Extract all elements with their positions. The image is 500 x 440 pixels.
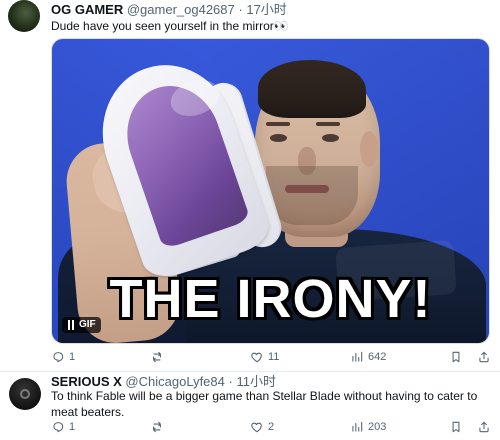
display-name[interactable]: SERIOUS X bbox=[51, 374, 122, 389]
retweet-button[interactable] bbox=[150, 349, 168, 365]
share-button[interactable] bbox=[477, 419, 491, 435]
pause-icon[interactable] bbox=[67, 320, 75, 330]
view-count: 642 bbox=[368, 351, 387, 363]
retweet-icon bbox=[152, 421, 162, 433]
tweet-item[interactable]: OG GAMER @gamer_og42687 · 17小时 Dude have… bbox=[0, 0, 500, 372]
bookmark-button[interactable] bbox=[449, 419, 463, 435]
tweet-header: OG GAMER @gamer_og42687 · 17小时 bbox=[51, 2, 287, 18]
like-count: 11 bbox=[268, 351, 280, 363]
views-button[interactable]: 642 bbox=[350, 349, 386, 365]
like-button[interactable]: 2 bbox=[250, 419, 274, 435]
header-separator: · bbox=[228, 374, 233, 389]
like-button[interactable]: 11 bbox=[250, 349, 279, 365]
retweet-button[interactable] bbox=[150, 419, 168, 435]
bookmark-button[interactable] bbox=[449, 349, 463, 365]
tweet-actions: 1 11 642 bbox=[51, 349, 489, 365]
user-handle[interactable]: @gamer_og42687 bbox=[127, 2, 235, 17]
reply-icon bbox=[53, 352, 64, 363]
header-separator: · bbox=[238, 2, 243, 17]
left-eyebrow bbox=[266, 122, 290, 126]
bookmark-icon bbox=[452, 351, 460, 363]
right-eyebrow bbox=[316, 122, 340, 126]
reply-button[interactable]: 1 bbox=[51, 419, 75, 435]
gif-caption: THE IRONY! bbox=[109, 269, 432, 329]
heart-icon bbox=[251, 352, 262, 363]
heart-icon bbox=[251, 422, 262, 433]
reply-count: 1 bbox=[69, 351, 76, 363]
right-eye bbox=[322, 134, 339, 142]
retweet-icon bbox=[152, 351, 162, 363]
gif-controls[interactable]: GIF bbox=[62, 317, 101, 333]
reply-icon bbox=[53, 422, 64, 433]
share-button[interactable] bbox=[477, 349, 491, 365]
views-icon bbox=[352, 351, 363, 362]
tweet-text: Dude have you seen yourself in the mirro… bbox=[51, 19, 289, 33]
timestamp[interactable]: 17小时 bbox=[246, 2, 286, 17]
tweet-media-gif[interactable]: THE IRONY! GIF bbox=[51, 38, 490, 344]
tweet-item[interactable]: SERIOUS X @ChicagoLyfe84 · 11小时 To think… bbox=[0, 372, 500, 440]
user-handle[interactable]: @ChicagoLyfe84 bbox=[125, 374, 224, 389]
avatar[interactable] bbox=[9, 378, 41, 410]
reply-count: 1 bbox=[69, 421, 76, 433]
bookmark-icon bbox=[452, 421, 460, 433]
beard-shadow bbox=[266, 166, 358, 225]
view-count: 203 bbox=[368, 421, 387, 433]
reply-button[interactable]: 1 bbox=[51, 349, 75, 365]
avatar[interactable] bbox=[8, 0, 40, 32]
share-icon bbox=[479, 351, 489, 363]
share-icon bbox=[479, 421, 489, 433]
display-name[interactable]: OG GAMER bbox=[51, 2, 123, 17]
tweet-actions: 1 2 203 bbox=[51, 419, 489, 435]
tweet-text: To think Fable will be a bigger game tha… bbox=[51, 389, 478, 419]
gif-label: GIF bbox=[79, 319, 96, 330]
mouth bbox=[285, 185, 329, 193]
man-hair bbox=[258, 60, 366, 118]
man-ear bbox=[360, 131, 378, 167]
left-eye bbox=[270, 134, 287, 142]
like-count: 2 bbox=[268, 421, 275, 433]
views-button[interactable]: 203 bbox=[350, 419, 386, 435]
views-icon bbox=[352, 421, 363, 432]
timestamp[interactable]: 11小时 bbox=[236, 374, 276, 389]
